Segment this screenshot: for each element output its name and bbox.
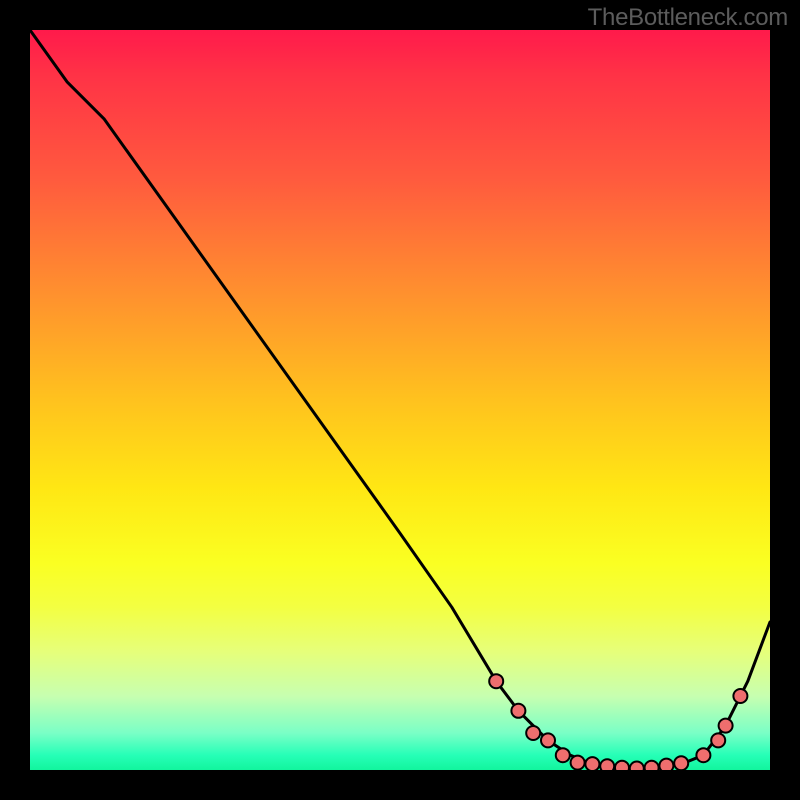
curve-marker: [511, 704, 525, 718]
bottleneck-curve: [30, 30, 770, 769]
curve-marker: [711, 733, 725, 747]
curve-marker: [733, 689, 747, 703]
curve-marker: [696, 748, 710, 762]
plot-area: [30, 30, 770, 770]
curve-marker: [645, 761, 659, 770]
curve-marker: [541, 733, 555, 747]
chart-frame: TheBottleneck.com: [0, 0, 800, 800]
curve-marker: [600, 759, 614, 770]
curve-marker: [526, 726, 540, 740]
curve-marker: [615, 761, 629, 770]
curve-marker: [571, 756, 585, 770]
curve-marker: [719, 719, 733, 733]
curve-path: [30, 30, 770, 769]
curve-marker: [556, 748, 570, 762]
curve-marker: [674, 756, 688, 770]
curve-marker: [659, 759, 673, 770]
curve-marker: [585, 757, 599, 770]
watermark-label: TheBottleneck.com: [588, 4, 788, 32]
curve-marker: [630, 762, 644, 771]
curve-marker: [489, 674, 503, 688]
chart-overlay: [30, 30, 770, 770]
